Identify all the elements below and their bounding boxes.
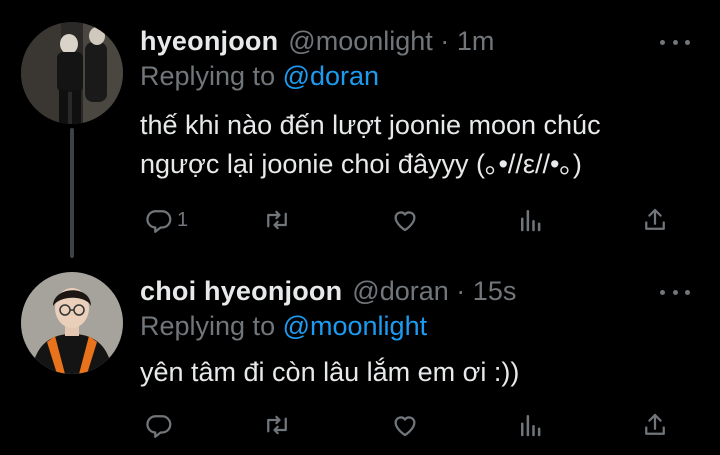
- tweet-text: yên tâm đi còn lâu lắm em ơi :)): [140, 353, 519, 392]
- timestamp[interactable]: 1m: [457, 26, 495, 56]
- reply-count: 1: [177, 208, 189, 231]
- replying-to: Replying to @moonlight: [140, 308, 427, 344]
- share-icon: [645, 208, 665, 230]
- user-handle[interactable]: @doran: [352, 276, 448, 306]
- retweet-button[interactable]: [262, 200, 292, 240]
- like-button[interactable]: [390, 405, 420, 445]
- reply-icon: [146, 210, 172, 233]
- retweet-icon: [267, 210, 287, 230]
- tweet-header: hyeonjoon @moonlight · 1m: [140, 21, 494, 61]
- separator: ·: [456, 276, 466, 306]
- like-button[interactable]: [390, 200, 420, 240]
- action-bar: 1: [140, 200, 680, 240]
- retweet-icon: [267, 415, 287, 435]
- views-icon: [521, 210, 541, 232]
- views-button[interactable]: [516, 405, 546, 445]
- reply-button[interactable]: 1: [144, 200, 188, 240]
- replying-prefix: Replying to: [140, 61, 276, 91]
- tweet-2[interactable]: choi hyeonjoon @doran · 15s Replying to @…: [0, 255, 720, 455]
- tweet-text-line: ngược lại joonie choi đâyyy (｡•//ε//•｡): [140, 149, 582, 179]
- share-button[interactable]: [640, 200, 670, 240]
- avatar[interactable]: [21, 22, 123, 124]
- mention-link[interactable]: @moonlight: [283, 311, 427, 341]
- tweet-header: choi hyeonjoon @doran · 15s: [140, 271, 516, 311]
- reply-icon: [146, 415, 172, 438]
- separator: ·: [440, 26, 450, 56]
- tweet-text-line: thế khi nào đến lượt joonie moon chúc: [140, 110, 601, 140]
- reply-button[interactable]: [144, 405, 177, 445]
- share-icon: [645, 413, 665, 435]
- more-icon[interactable]: [660, 36, 690, 48]
- retweet-button[interactable]: [262, 405, 292, 445]
- action-bar: [140, 405, 680, 445]
- avatar[interactable]: [21, 272, 123, 374]
- display-name[interactable]: choi hyeonjoon: [140, 276, 342, 306]
- like-icon: [394, 211, 416, 232]
- share-button[interactable]: [640, 405, 670, 445]
- avatar-photo-1: [21, 22, 123, 124]
- display-name[interactable]: hyeonjoon: [140, 26, 278, 56]
- tweet-1[interactable]: hyeonjoon @moonlight · 1m Replying to @do…: [0, 0, 720, 258]
- mention-link[interactable]: @doran: [283, 61, 379, 91]
- replying-prefix: Replying to: [140, 311, 276, 341]
- views-button[interactable]: [516, 200, 546, 240]
- more-icon[interactable]: [660, 286, 690, 298]
- avatar-photo-2: [21, 272, 123, 374]
- timestamp[interactable]: 15s: [473, 276, 517, 306]
- tweet-text-line: yên tâm đi còn lâu lắm em ơi :)): [140, 357, 520, 387]
- views-icon: [521, 415, 541, 437]
- thread-line: [70, 128, 74, 258]
- user-handle[interactable]: @moonlight: [288, 26, 432, 56]
- like-icon: [394, 416, 416, 437]
- tweet-text: thế khi nào đến lượt joonie moon chúc ng…: [140, 106, 601, 184]
- replying-to: Replying to @doran: [140, 58, 379, 94]
